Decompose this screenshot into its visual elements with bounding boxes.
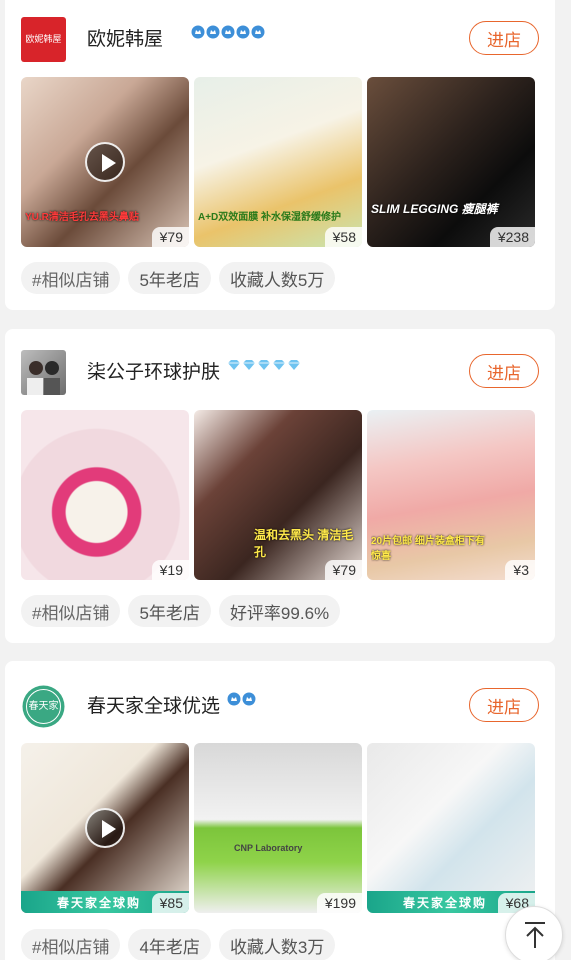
product-caption: 20片包邮 细片装盒柜下有惊喜: [371, 536, 485, 562]
avatar-icon: [27, 361, 60, 395]
enter-shop-button[interactable]: 进店: [469, 21, 539, 55]
shop-card[interactable]: 欧妮韩屋 欧妮韩屋 进店 YU.R清洁毛孔去黑头鼻贴 ¥79 A+D双效面膜 补…: [5, 0, 555, 310]
product-caption: YU.R清洁毛孔去黑头鼻贴: [25, 212, 139, 223]
shop-name[interactable]: 柒公子环球护肤: [87, 357, 220, 384]
product-price: ¥19: [151, 560, 189, 580]
shop-age-tag: 5年老店: [128, 262, 211, 294]
enter-shop-button[interactable]: 进店: [469, 688, 539, 722]
favorites-count-tag: 收藏人数5万: [218, 262, 336, 294]
product-price: ¥79: [324, 560, 362, 580]
similar-shops-tag[interactable]: #相似店铺: [21, 595, 121, 627]
enter-shop-button[interactable]: 进店: [469, 354, 539, 388]
shop-name[interactable]: 欧妮韩屋: [87, 24, 163, 51]
blue-crown-icon: [236, 25, 250, 39]
shop-logo[interactable]: 春天家: [21, 684, 66, 729]
product-thumbnail[interactable]: SLIM LEGGING 瘦腿裤 ¥238: [367, 77, 535, 247]
product-price: ¥3: [505, 560, 535, 580]
shop-name[interactable]: 春天家全球优选: [87, 691, 220, 718]
diamond-icon: [258, 360, 270, 370]
similar-shops-tag[interactable]: #相似店铺: [21, 262, 121, 294]
rating-tag: 好评率99.6%: [218, 595, 341, 627]
product-price: ¥58: [324, 227, 362, 247]
shop-rank: [227, 358, 301, 372]
favorites-count-tag: 收藏人数3万: [218, 929, 336, 960]
back-to-top-button[interactable]: [505, 906, 563, 960]
diamond-icon: [243, 360, 255, 370]
similar-shops-tag[interactable]: #相似店铺: [21, 929, 121, 960]
product-thumbnail[interactable]: CNP Laboratory ¥199: [194, 743, 362, 913]
product-thumbnail[interactable]: 20片包邮 细片装盒柜下有惊喜 ¥3: [367, 410, 535, 580]
play-video-icon[interactable]: [85, 142, 125, 182]
product-price: ¥199: [316, 893, 362, 913]
product-caption: CNP Laboratory: [234, 843, 303, 853]
blue-crown-icon: [251, 25, 265, 39]
shop-logo[interactable]: 欧妮韩屋: [21, 17, 66, 62]
shop-rank: [191, 25, 265, 39]
product-thumbnail[interactable]: 春天家全球购 ¥85: [21, 743, 189, 913]
diamond-icon: [288, 360, 300, 370]
blue-crown-icon: [221, 25, 235, 39]
shop-rank: [227, 692, 256, 706]
product-thumbnail[interactable]: A+D双效面膜 补水保湿舒缓修护 ¥58: [194, 77, 362, 247]
shop-logo-text: 欧妮韩屋: [25, 33, 62, 44]
product-thumbnail[interactable]: 温和去黑头 清洁毛孔 ¥79: [194, 410, 362, 580]
product-price: ¥79: [151, 227, 189, 247]
shop-logo-text: 春天家: [28, 701, 59, 712]
product-thumbnail[interactable]: ¥19: [21, 410, 189, 580]
product-price: ¥238: [489, 227, 535, 247]
blue-crown-icon: [242, 692, 256, 706]
product-thumbnail[interactable]: 春天家全球购 ¥68: [367, 743, 535, 913]
diamond-icon: [273, 360, 285, 370]
product-caption: SLIM LEGGING 瘦腿裤: [371, 202, 498, 216]
product-thumbnail[interactable]: YU.R清洁毛孔去黑头鼻贴 ¥79: [21, 77, 189, 247]
shop-card[interactable]: 柒公子环球护肤 进店 ¥19 温和去黑头 清洁毛孔 ¥79 20片包邮 细片装盒…: [5, 329, 555, 643]
shop-card[interactable]: 春天家 春天家全球优选 进店 春天家全球购 ¥85 CNP Laboratory…: [5, 661, 555, 960]
play-video-icon[interactable]: [85, 808, 125, 848]
product-price: ¥85: [151, 893, 189, 913]
product-caption: A+D双效面膜 补水保湿舒缓修护: [198, 212, 342, 223]
product-caption: 温和去黑头 清洁毛孔: [254, 528, 354, 559]
shop-age-tag: 4年老店: [128, 929, 211, 960]
blue-crown-icon: [227, 692, 241, 706]
blue-crown-icon: [206, 25, 220, 39]
blue-crown-icon: [191, 25, 205, 39]
arrow-up-icon: [525, 922, 545, 948]
shop-age-tag: 5年老店: [128, 595, 211, 627]
shop-logo[interactable]: [21, 350, 66, 395]
diamond-icon: [228, 360, 240, 370]
